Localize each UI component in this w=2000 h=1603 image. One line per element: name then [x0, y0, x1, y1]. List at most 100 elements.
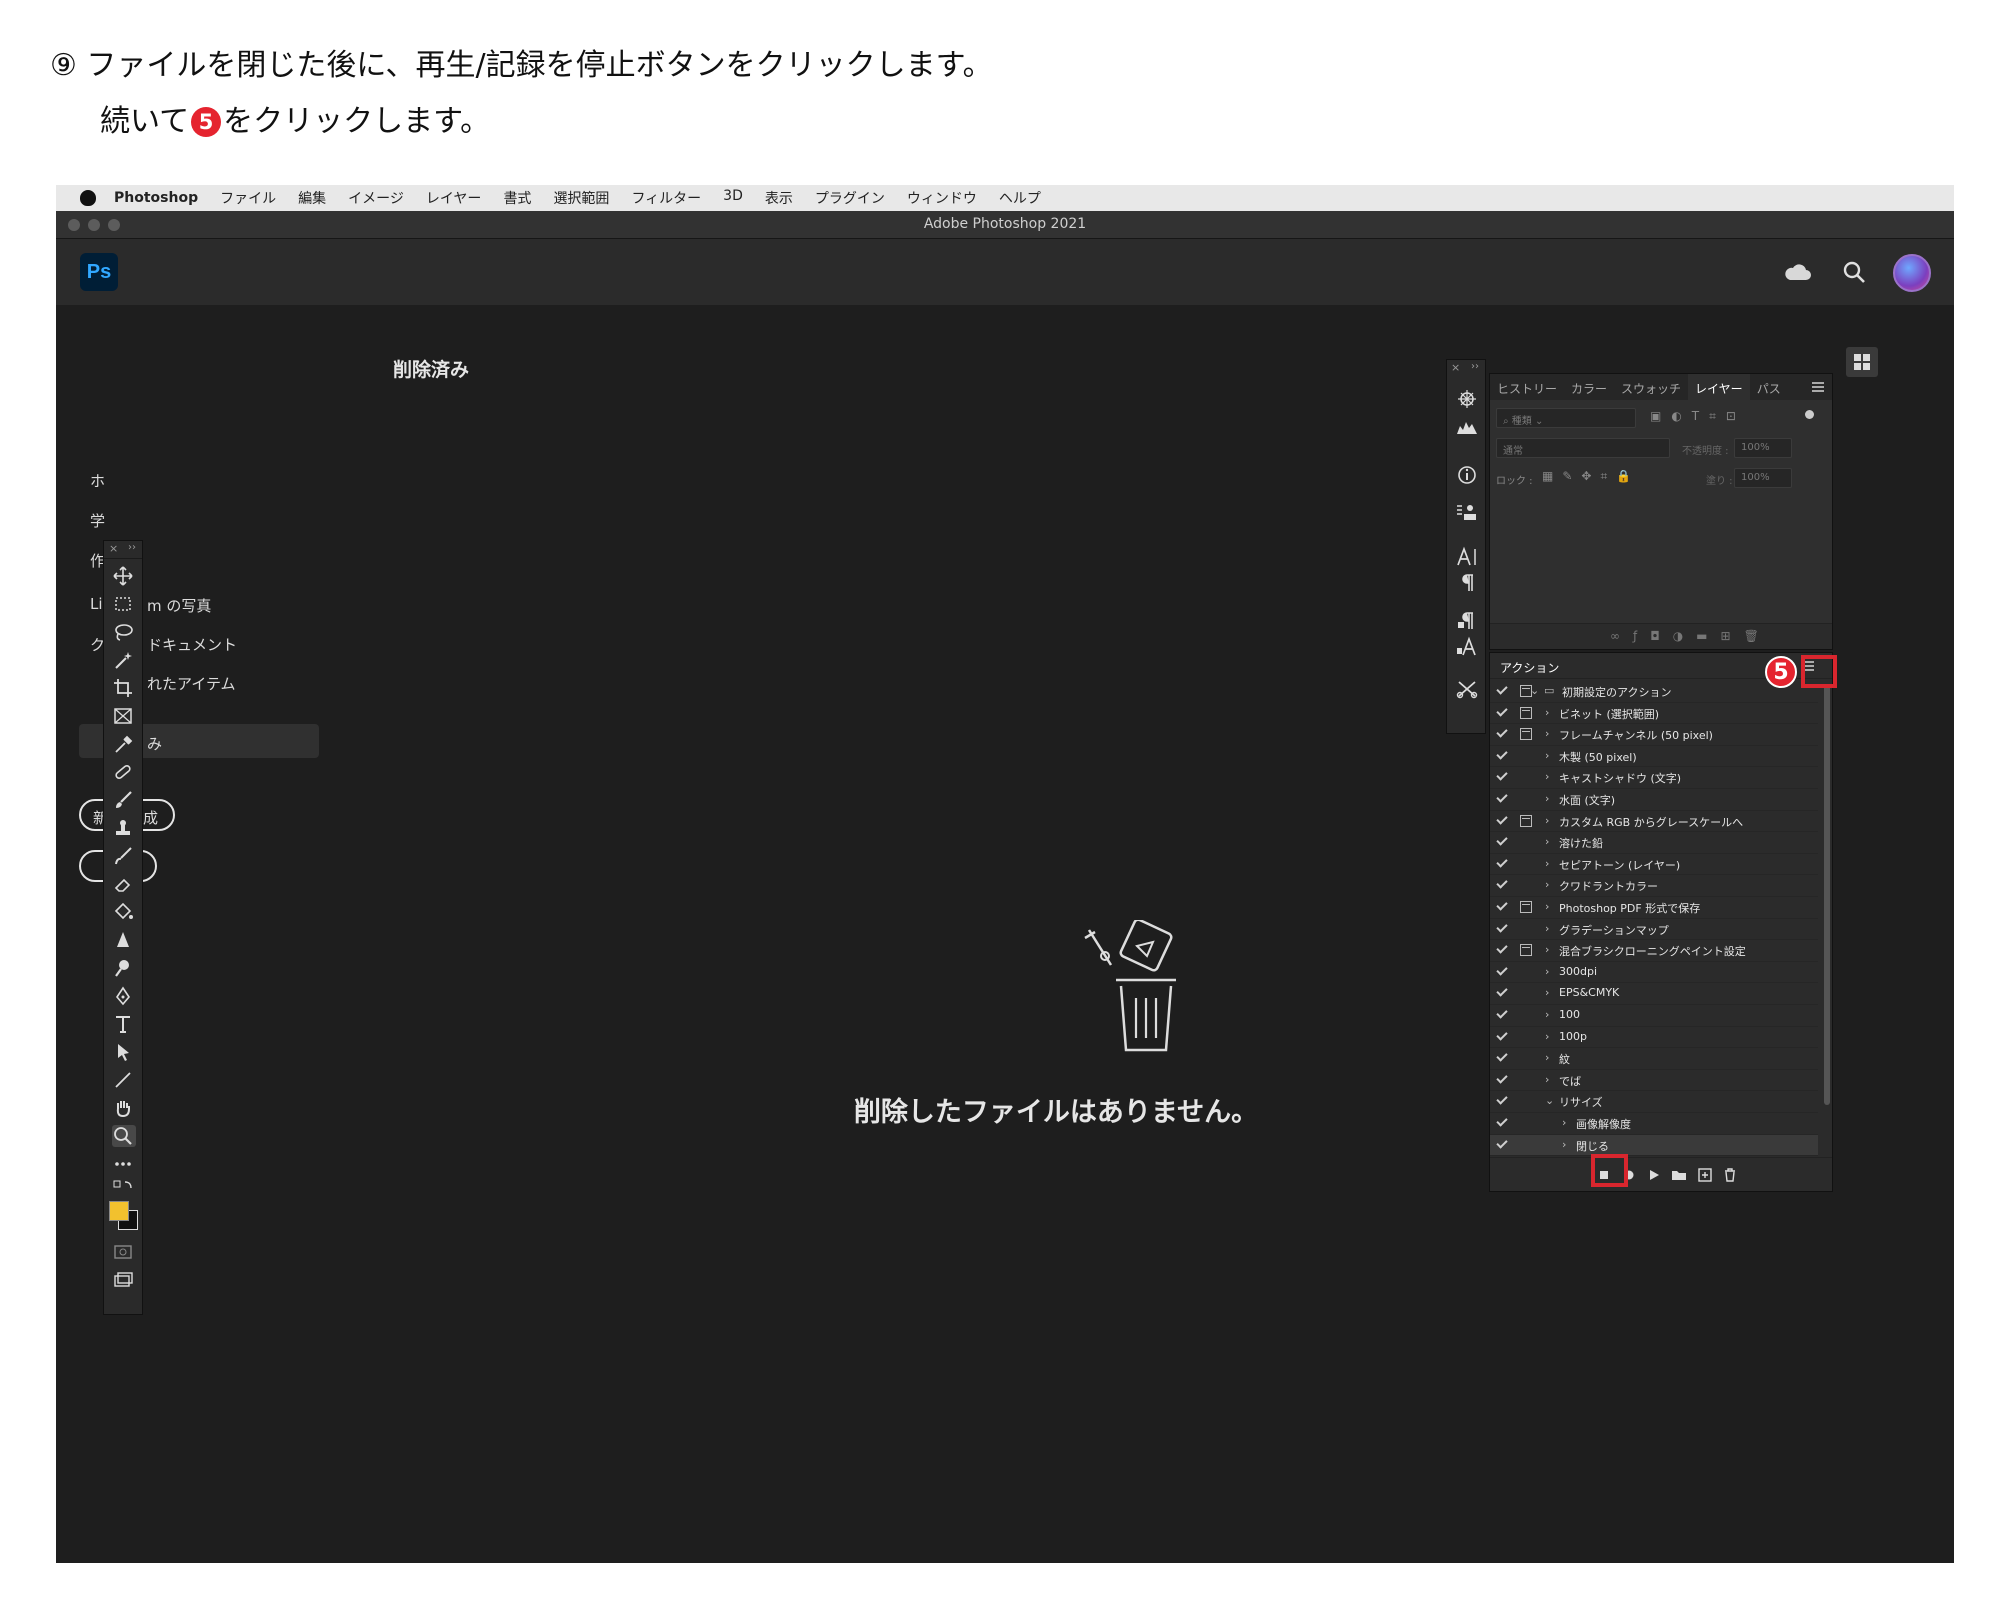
action-row[interactable]: › EPS&CMYK	[1490, 983, 1818, 1005]
toggle-check-icon[interactable]	[1496, 856, 1508, 868]
type-tool-icon[interactable]	[112, 1013, 136, 1035]
toggle-check-icon[interactable]	[1496, 942, 1508, 954]
toggle-check-icon[interactable]	[1496, 726, 1508, 738]
tab-0[interactable]: ヒストリー	[1490, 374, 1564, 400]
chevron-right-icon[interactable]: ›	[1545, 857, 1549, 870]
action-row[interactable]: › 溶けた鉛	[1490, 832, 1818, 854]
menu-item-3[interactable]: レイヤー	[426, 188, 482, 208]
toggle-check-icon[interactable]	[1496, 704, 1508, 717]
toggle-check-icon[interactable]	[1496, 834, 1508, 846]
action-row[interactable]: › カスタム RGB からグレースケールへ	[1490, 811, 1818, 833]
toggle-check-icon[interactable]	[1496, 920, 1508, 933]
search-icon[interactable]	[1842, 260, 1866, 284]
character-icon[interactable]	[1455, 546, 1479, 568]
menu-item-2[interactable]: イメージ	[348, 188, 404, 208]
toggle-check-icon[interactable]	[1496, 748, 1508, 760]
chevron-right-icon[interactable]: ›	[1545, 986, 1549, 999]
eraser-tool-icon[interactable]	[112, 873, 136, 895]
fill-field[interactable]: 100%	[1734, 468, 1792, 488]
paragraph-icon[interactable]	[1455, 572, 1479, 594]
paragraph-styles-icon[interactable]	[1455, 610, 1479, 632]
magic-wand-tool-icon[interactable]	[112, 649, 136, 671]
toggle-check-icon[interactable]	[1496, 683, 1508, 695]
dialog-toggle-icon[interactable]	[1520, 814, 1532, 827]
cloud-icon[interactable]	[1784, 263, 1812, 281]
tab-3[interactable]: レイヤー	[1688, 374, 1750, 400]
tools-panel-header[interactable]: × ››	[104, 541, 142, 559]
toggle-check-icon[interactable]	[1496, 1136, 1508, 1149]
info-icon[interactable]	[1455, 464, 1479, 486]
clone-source-icon[interactable]	[1455, 502, 1479, 524]
marquee-tool-icon[interactable]	[112, 593, 136, 615]
foreground-color-swatch[interactable]	[109, 1201, 129, 1221]
collapse-strip-icon[interactable]: ››	[1471, 361, 1479, 372]
home-item-deleted-label[interactable]: み	[147, 733, 162, 754]
photoshop-logo[interactable]: Ps	[80, 253, 118, 291]
user-avatar[interactable]	[1893, 254, 1931, 292]
toggle-check-icon[interactable]	[1496, 769, 1508, 782]
blend-mode-select[interactable]: 通常	[1496, 438, 1670, 458]
more-tools-icon[interactable]	[112, 1153, 136, 1175]
action-row[interactable]: › ビネット (選択範囲)	[1490, 703, 1818, 725]
blur-tool-icon[interactable]	[112, 929, 136, 951]
chevron-right-icon[interactable]: ›	[1545, 792, 1549, 805]
chevron-right-icon[interactable]: ›	[1545, 943, 1549, 956]
home-item-learn[interactable]: 学	[90, 510, 105, 531]
chevron-down-icon[interactable]: ⌄	[1530, 684, 1539, 697]
paint-bucket-tool-icon[interactable]	[112, 901, 136, 923]
dialog-toggle-icon[interactable]	[1520, 901, 1532, 913]
collapse-panel-icon[interactable]: ››	[128, 542, 136, 553]
action-row[interactable]: › 木製 (50 pixel)	[1490, 746, 1818, 768]
tab-1[interactable]: カラー	[1564, 374, 1614, 400]
path-selection-tool-icon[interactable]	[112, 1041, 136, 1063]
hand-tool-icon[interactable]	[112, 1097, 136, 1119]
action-row[interactable]: › キャストシャドウ (文字)	[1490, 767, 1818, 789]
layers-footer-icons[interactable]: ∞ƒ◘◑▬⊞🗑	[1610, 629, 1772, 643]
chevron-right-icon[interactable]: ›	[1545, 922, 1549, 935]
healing-brush-tool-icon[interactable]	[112, 761, 136, 783]
chevron-right-icon[interactable]: ›	[1545, 749, 1549, 762]
zoom-tool-icon[interactable]	[112, 1125, 136, 1147]
action-row[interactable]: › Photoshop PDF 形式で保存	[1490, 897, 1818, 919]
history-brush-tool-icon[interactable]	[112, 845, 136, 867]
actions-scrollbar[interactable]	[1824, 685, 1830, 1105]
action-row[interactable]: › グラデーションマップ	[1490, 919, 1818, 941]
apple-icon[interactable]	[80, 190, 96, 206]
action-row[interactable]: › 画像解像度	[1490, 1113, 1818, 1135]
dialog-toggle-icon[interactable]	[1520, 706, 1532, 719]
dodge-tool-icon[interactable]	[112, 957, 136, 979]
toggle-check-icon[interactable]	[1496, 1072, 1508, 1084]
action-row[interactable]: › 300dpi	[1490, 962, 1818, 984]
pen-tool-icon[interactable]	[112, 985, 136, 1007]
chevron-down-icon[interactable]: ⌄	[1545, 1094, 1554, 1107]
menu-item-4[interactable]: 書式	[503, 188, 531, 208]
delete-icon[interactable]	[1722, 1167, 1738, 1183]
tab-2[interactable]: スウォッチ	[1614, 374, 1688, 400]
navigator-icon[interactable]	[1455, 388, 1479, 410]
action-row[interactable]: › 水面 (文字)	[1490, 789, 1818, 811]
close-strip-icon[interactable]: ×	[1451, 361, 1460, 374]
home-item-shared-label[interactable]: れたアイテム	[147, 673, 236, 694]
action-row[interactable]: ⌄ ▭ 初期設定のアクション	[1490, 681, 1818, 703]
quick-mask-icon[interactable]	[112, 1241, 136, 1263]
toggle-check-icon[interactable]	[1496, 964, 1508, 976]
chevron-right-icon[interactable]: ›	[1545, 770, 1549, 783]
lock-icons[interactable]: ▦✎✥⌗🔒	[1542, 469, 1640, 484]
tab-4[interactable]: パス	[1750, 374, 1788, 400]
character-styles-icon[interactable]	[1455, 636, 1479, 658]
grid-view-button[interactable]	[1846, 347, 1878, 377]
screen-mode-icon[interactable]	[112, 1269, 136, 1291]
lasso-tool-icon[interactable]	[112, 621, 136, 643]
stamp-tool-icon[interactable]	[112, 817, 136, 839]
opacity-field[interactable]: 100%	[1734, 438, 1792, 458]
close-panel-icon[interactable]: ×	[109, 542, 118, 555]
action-row[interactable]: › でば	[1490, 1070, 1818, 1092]
menu-item-8[interactable]: 表示	[765, 188, 793, 208]
action-row[interactable]: › 紋	[1490, 1048, 1818, 1070]
new-action-icon[interactable]	[1697, 1167, 1713, 1183]
menu-item-7[interactable]: 3D	[723, 188, 743, 208]
action-row[interactable]: › 閉じる	[1490, 1134, 1818, 1157]
action-row[interactable]: › クワドラントカラー	[1490, 875, 1818, 897]
action-row[interactable]: › 100p	[1490, 1027, 1818, 1049]
action-row[interactable]: ⌄ リサイズ	[1490, 1091, 1818, 1113]
